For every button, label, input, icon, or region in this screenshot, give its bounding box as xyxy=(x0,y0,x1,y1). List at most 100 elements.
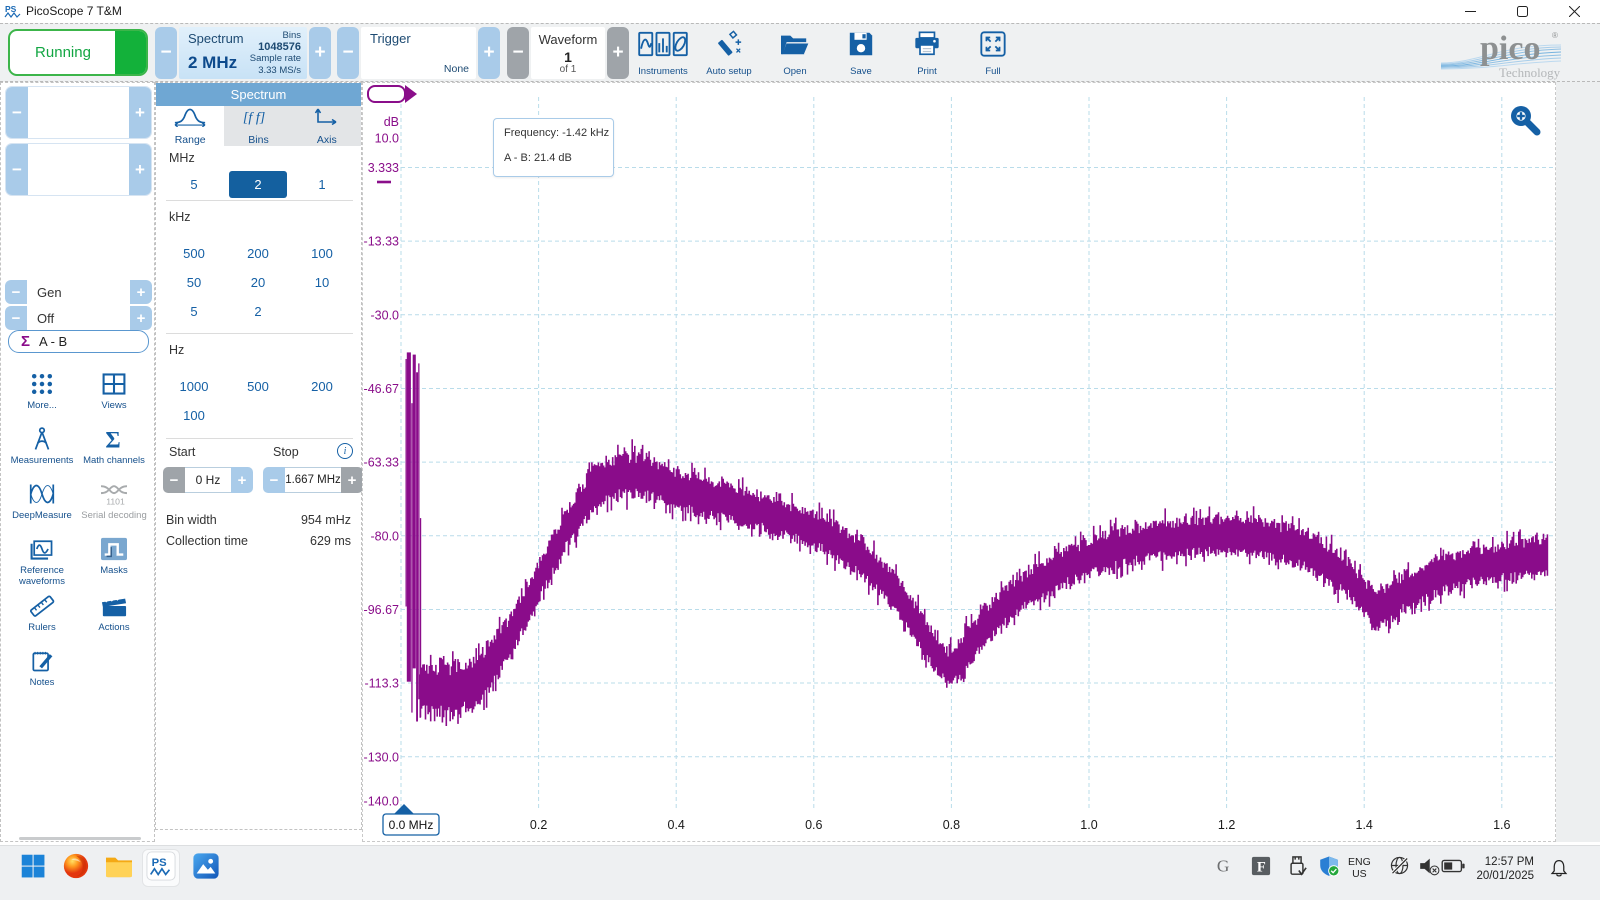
start-increase-button[interactable]: + xyxy=(231,467,253,493)
range-option-200-hz[interactable]: 200 xyxy=(293,373,351,400)
trigger-increase-button[interactable]: + xyxy=(478,27,500,79)
notifications-bell-icon[interactable] xyxy=(1544,853,1574,883)
channel-a-decrease-button[interactable]: − xyxy=(6,87,28,138)
photos-app-taskbar-button[interactable] xyxy=(191,853,221,883)
math-channels-icon: Σ xyxy=(78,424,150,452)
generator-state-decrease-button[interactable]: − xyxy=(5,306,27,330)
channel-a-card[interactable]: −+ xyxy=(5,86,152,139)
range-option-100-khz[interactable]: 100 xyxy=(293,240,351,267)
tab-bins[interactable]: [f f]Bins xyxy=(224,106,292,146)
sidebar-scrollbar[interactable] xyxy=(19,837,141,840)
range-option-100-hz[interactable]: 100 xyxy=(165,402,223,429)
start-frequency-value[interactable]: 0 Hz xyxy=(185,467,231,493)
sidebar-item-views[interactable]: Views xyxy=(78,369,150,411)
sidebar-item-masks[interactable]: Masks xyxy=(78,534,150,576)
firefox-taskbar-button[interactable] xyxy=(61,853,91,883)
generator-increase-button[interactable]: + xyxy=(130,280,152,304)
auto-setup-button[interactable]: Auto setup xyxy=(700,28,758,80)
windows-start-taskbar-button[interactable] xyxy=(18,853,48,883)
sidebar-item-actions[interactable]: Actions xyxy=(78,591,150,633)
tray-g-app[interactable]: G xyxy=(1210,853,1240,883)
range-option-200-khz[interactable]: 200 xyxy=(229,240,287,267)
range-option-1000-hz[interactable]: 1000 xyxy=(165,373,223,400)
x-axis-handle[interactable]: 0.0 MHz xyxy=(383,804,439,835)
spectrum-increase-button[interactable]: + xyxy=(309,27,331,79)
generator-label[interactable]: Gen xyxy=(27,280,130,304)
svg-text:PS: PS xyxy=(5,4,17,14)
spectrum-chart[interactable]: 0.20.40.60.81.01.21.41.610.03.333-13.33-… xyxy=(362,82,1556,842)
spectrum-range-value: 2 MHz xyxy=(188,53,237,73)
tab-axis[interactable]: Axis xyxy=(293,106,361,146)
save-button[interactable]: Save xyxy=(832,28,890,80)
spectrum-decrease-button[interactable]: − xyxy=(155,27,177,79)
channel-a-increase-button[interactable]: + xyxy=(129,87,151,138)
y-axis-handle[interactable] xyxy=(368,85,417,103)
taskbar-clock[interactable]: 12:57 PM 20/01/2025 xyxy=(1476,855,1534,883)
range-option-5-mhz[interactable]: 5 xyxy=(165,171,223,198)
waveform-panel[interactable]: Waveform 1 of 1 xyxy=(531,27,605,79)
waveform-previous-button[interactable]: − xyxy=(507,27,529,79)
spectrum-range-panel[interactable]: Spectrum 2 MHz Bins 1048576 Sample rate … xyxy=(179,27,307,79)
channel-b-decrease-button[interactable]: − xyxy=(6,144,28,195)
full-button[interactable]: Full xyxy=(964,28,1022,80)
stop-decrease-button[interactable]: − xyxy=(263,467,285,493)
range-option-50-khz[interactable]: 50 xyxy=(165,269,223,296)
close-button[interactable] xyxy=(1548,0,1600,23)
running-label: Running xyxy=(10,31,116,74)
tab-range[interactable]: Range xyxy=(156,106,224,146)
maximize-button[interactable] xyxy=(1496,0,1548,23)
language-indicator[interactable]: ENGUS xyxy=(1348,856,1371,880)
range-option-2-khz[interactable]: 2 xyxy=(229,298,287,325)
stop-increase-button[interactable]: + xyxy=(341,467,363,493)
math-channel-badge[interactable]: Σ A - B xyxy=(8,330,149,353)
zoom-magnifier-icon[interactable] xyxy=(1511,106,1537,132)
generator-state-increase-button[interactable]: + xyxy=(130,306,152,330)
svg-text:PS: PS xyxy=(152,857,168,869)
start-decrease-button[interactable]: − xyxy=(163,467,185,493)
range-option-500-khz[interactable]: 500 xyxy=(165,240,223,267)
instruments-button[interactable]: Instruments xyxy=(634,28,692,80)
minimize-button[interactable] xyxy=(1444,0,1496,23)
masks-icon xyxy=(78,534,150,562)
trigger-panel[interactable]: Trigger None xyxy=(361,27,476,79)
rulers-icon xyxy=(6,591,78,619)
spectrum-panel-title[interactable]: Spectrum xyxy=(156,83,361,106)
sidebar-item-more[interactable]: More... xyxy=(6,369,78,411)
tray-battery[interactable] xyxy=(1438,853,1468,883)
channel-b-increase-button[interactable]: + xyxy=(129,144,151,195)
range-option-1-mhz[interactable]: 1 xyxy=(293,171,351,198)
range-option-5-khz[interactable]: 5 xyxy=(165,298,223,325)
sidebar-item-notes[interactable]: Notes xyxy=(6,646,78,688)
trigger-decrease-button[interactable]: − xyxy=(337,27,359,79)
generator-decrease-button[interactable]: − xyxy=(5,280,27,304)
sidebar-item-math-channels[interactable]: ΣMath channels xyxy=(78,424,150,466)
open-button[interactable]: Open xyxy=(766,28,824,80)
tray-f-app[interactable]: F xyxy=(1246,853,1276,883)
waveform-next-button[interactable]: + xyxy=(607,27,629,79)
file-explorer-taskbar-button[interactable] xyxy=(104,853,134,883)
range-option-500-hz[interactable]: 500 xyxy=(229,373,287,400)
sidebar-item-rulers[interactable]: Rulers xyxy=(6,591,78,633)
range-option-2-mhz[interactable]: 2 xyxy=(229,171,287,198)
range-option-20-khz[interactable]: 20 xyxy=(229,269,287,296)
spectrum-settings-panel: Spectrum Range[f f]BinsAxis MHz521kHz500… xyxy=(155,82,362,830)
running-button[interactable]: Running xyxy=(8,29,148,76)
print-button[interactable]: Print xyxy=(898,28,956,80)
tray-network-globe[interactable] xyxy=(1384,853,1414,883)
sidebar-item-reference-waveforms[interactable]: Reference waveforms xyxy=(6,534,78,587)
generator-state[interactable]: Off xyxy=(27,306,130,330)
info-icon[interactable]: i xyxy=(337,443,353,459)
generator-state-row: − Off + xyxy=(5,306,152,330)
sidebar-item-measurements[interactable]: Measurements xyxy=(6,424,78,466)
tray-usb-eject[interactable] xyxy=(1282,853,1312,883)
photos-app-icon xyxy=(192,852,220,885)
spectrum-plot[interactable]: 0.20.40.60.81.01.21.41.610.03.333-13.33-… xyxy=(363,83,1555,841)
sidebar-item-deepmeasure[interactable]: DeepMeasure xyxy=(6,479,78,521)
tray-defender[interactable] xyxy=(1314,853,1344,883)
picoscope-app-taskbar-button[interactable]: PS xyxy=(146,853,176,883)
stop-frequency-value[interactable]: 1.667 MHz xyxy=(285,467,341,493)
x-axis-tick-label: 0.4 xyxy=(668,818,685,832)
channel-b-card[interactable]: −+ xyxy=(5,143,152,196)
range-option-10-khz[interactable]: 10 xyxy=(293,269,351,296)
save-icon xyxy=(847,28,875,63)
